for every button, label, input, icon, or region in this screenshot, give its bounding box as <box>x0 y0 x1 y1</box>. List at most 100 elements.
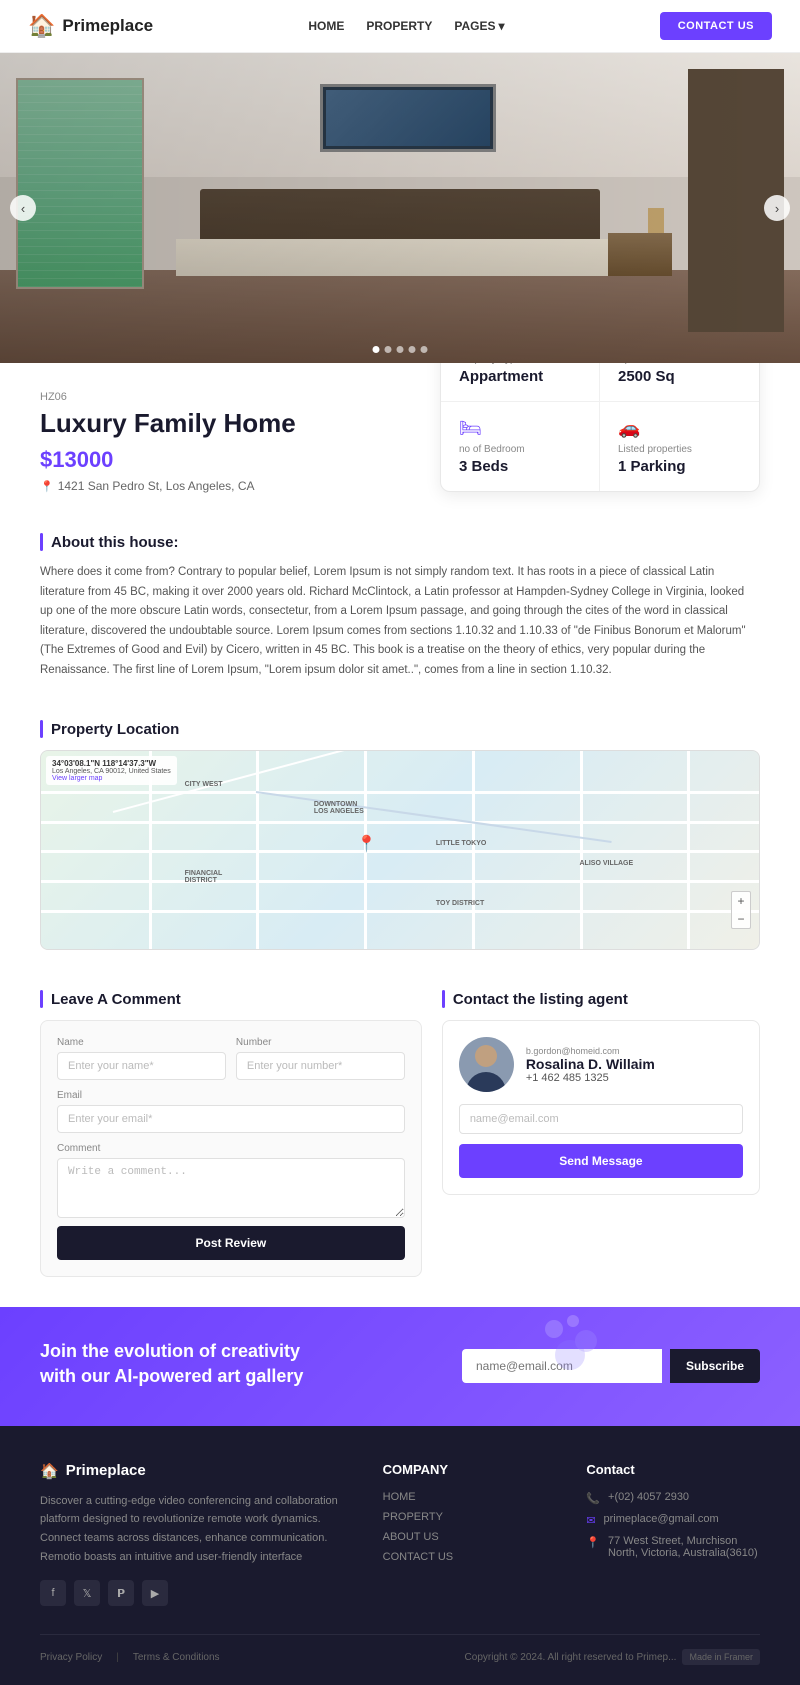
footer-link-contact[interactable]: CONTACT US <box>383 1551 557 1563</box>
facebook-icon[interactable]: f <box>40 1580 66 1606</box>
navbar: 🏠 Primeplace HOME PROPERTY PAGES ▾ CONTA… <box>0 0 800 53</box>
bottom-section: Leave A Comment Name Number Email Commen… <box>0 970 800 1307</box>
brand-name: Primeplace <box>62 16 153 36</box>
cta-text: Join the evolution of creativity with ou… <box>40 1339 303 1393</box>
number-input[interactable] <box>236 1052 405 1080</box>
stat-label-parking: Listed properties <box>618 444 692 455</box>
nav-home[interactable]: HOME <box>308 19 344 33</box>
map-coords: 34°03'08.1"N 118°14'37.3"W Los Angeles, … <box>46 756 177 785</box>
cta-title: Join the evolution of creativity with ou… <box>40 1339 303 1389</box>
agent-email-small: b.gordon@homeid.com <box>526 1046 655 1056</box>
slider-dot-5[interactable] <box>421 346 428 353</box>
stat-parking: 🚗 Listed properties 1 Parking <box>600 402 759 491</box>
location-bar-accent <box>40 720 43 738</box>
form-group-comment: Comment <box>57 1143 405 1218</box>
stat-value-bedroom: 3 Beds <box>459 458 508 475</box>
comment-form: Name Number Email Comment Post Review <box>40 1020 422 1277</box>
terms-link[interactable]: Terms & Conditions <box>133 1652 220 1663</box>
about-title-bar: About this house: <box>40 533 760 551</box>
zoom-out-button[interactable]: − <box>732 910 750 928</box>
location-icon: 📍 <box>586 1536 600 1549</box>
youtube-icon[interactable]: ▶ <box>142 1580 168 1606</box>
send-message-button[interactable]: Send Message <box>459 1144 743 1178</box>
agent-box: b.gordon@homeid.com Rosalina D. Willaim … <box>442 1020 760 1195</box>
map-diagonal-road <box>256 791 612 843</box>
footer-phone-item: 📞 +(02) 4057 2930 <box>586 1491 760 1505</box>
twitter-icon[interactable]: 𝕏 <box>74 1580 100 1606</box>
zoom-in-button[interactable]: + <box>732 892 750 910</box>
form-group-email: Email <box>57 1090 405 1133</box>
brand-logo[interactable]: 🏠 Primeplace <box>28 13 153 39</box>
footer-brand-name: Primeplace <box>66 1462 146 1479</box>
agent-section-title: Contact the listing agent <box>453 991 628 1008</box>
slider-prev-button[interactable]: ‹ <box>10 195 36 221</box>
agent-avatar <box>459 1037 514 1092</box>
property-price: $13000 <box>40 447 420 473</box>
map-road <box>256 751 259 949</box>
nav-property[interactable]: PROPERTY <box>366 19 432 33</box>
form-group-number: Number <box>236 1037 405 1080</box>
footer-contact-col: Contact 📞 +(02) 4057 2930 ✉ primeplace@g… <box>586 1462 760 1607</box>
contact-us-button[interactable]: CONTACT US <box>660 12 772 40</box>
cta-form: Subscribe <box>462 1349 760 1383</box>
email-icon: ✉ <box>586 1514 595 1527</box>
email-input[interactable] <box>57 1105 405 1133</box>
about-text: Where does it come from? Contrary to pop… <box>40 563 760 680</box>
chevron-down-icon: ▾ <box>498 19 504 33</box>
footer-link-about[interactable]: ABOUT US <box>383 1531 557 1543</box>
footer: 🏠 Primeplace Discover a cutting-edge vid… <box>0 1426 800 1685</box>
agent-phone: +1 462 485 1325 <box>526 1072 655 1084</box>
map-road <box>472 751 475 949</box>
map-zoom-controls: + − <box>731 891 751 929</box>
footer-address-item: 📍 77 West Street, Murchison North, Victo… <box>586 1535 760 1559</box>
cta-banner: Join the evolution of creativity with ou… <box>0 1307 800 1425</box>
map-container[interactable]: CITY WEST DOWNTOWNLOS ANGELES LITTLE TOK… <box>40 750 760 950</box>
pinterest-icon[interactable]: 𝗣 <box>108 1580 134 1606</box>
slider-dot-3[interactable] <box>397 346 404 353</box>
privacy-policy-link[interactable]: Privacy Policy <box>40 1652 102 1663</box>
agent-info: b.gordon@homeid.com Rosalina D. Willaim … <box>526 1046 655 1084</box>
map-road <box>687 751 690 949</box>
footer-link-home[interactable]: HOME <box>383 1491 557 1503</box>
nav-links: HOME PROPERTY PAGES ▾ <box>308 19 504 33</box>
hero-image <box>0 53 800 363</box>
form-group-name: Name <box>57 1037 226 1080</box>
avatar-body <box>466 1072 506 1092</box>
slider-next-button[interactable]: › <box>764 195 790 221</box>
footer-logo: 🏠 Primeplace <box>40 1462 353 1480</box>
slider-dot-4[interactable] <box>409 346 416 353</box>
contact-agent-section: Contact the listing agent b.gordon@homei… <box>442 990 760 1277</box>
footer-socials: f 𝕏 𝗣 ▶ <box>40 1580 353 1606</box>
comment-title: Leave A Comment <box>51 991 181 1008</box>
view-larger-map-link[interactable]: View larger map <box>52 775 171 782</box>
footer-contact-title: Contact <box>586 1462 760 1477</box>
footer-email-item: ✉ primeplace@gmail.com <box>586 1513 760 1527</box>
footer-email: primeplace@gmail.com <box>604 1513 719 1525</box>
made-in-framer: Made in Framer <box>682 1649 760 1665</box>
name-label: Name <box>57 1037 226 1048</box>
property-code: HZ06 <box>40 391 420 403</box>
map-background: CITY WEST DOWNTOWNLOS ANGELES LITTLE TOK… <box>41 751 759 949</box>
slider-dot-1[interactable] <box>373 346 380 353</box>
form-row-name-number: Name Number <box>57 1037 405 1080</box>
slider-dot-2[interactable] <box>385 346 392 353</box>
name-input[interactable] <box>57 1052 226 1080</box>
map-road <box>580 751 583 949</box>
number-label: Number <box>236 1037 405 1048</box>
about-section: About this house: Where does it come fro… <box>0 503 800 710</box>
nav-pages[interactable]: PAGES ▾ <box>454 19 504 33</box>
subscribe-button[interactable]: Subscribe <box>670 1349 760 1383</box>
footer-bottom: Privacy Policy | Terms & Conditions Copy… <box>40 1634 760 1665</box>
property-detail-section: 🏢 Property Type Appartment 📐 Spacious li… <box>0 363 800 503</box>
map-pin: 📍 <box>357 834 377 854</box>
agent-email-input[interactable] <box>459 1104 743 1134</box>
section-bar-accent <box>40 533 43 551</box>
footer-grid: 🏠 Primeplace Discover a cutting-edge vid… <box>40 1462 760 1607</box>
avatar-head <box>475 1045 497 1067</box>
stat-value-spacious: 2500 Sq <box>618 368 675 385</box>
post-review-button[interactable]: Post Review <box>57 1226 405 1260</box>
comment-textarea[interactable] <box>57 1158 405 1218</box>
stat-value-type: Appartment <box>459 368 543 385</box>
footer-link-property[interactable]: PROPERTY <box>383 1511 557 1523</box>
stat-bedroom: 🛏 no of Bedroom 3 Beds <box>441 402 600 491</box>
